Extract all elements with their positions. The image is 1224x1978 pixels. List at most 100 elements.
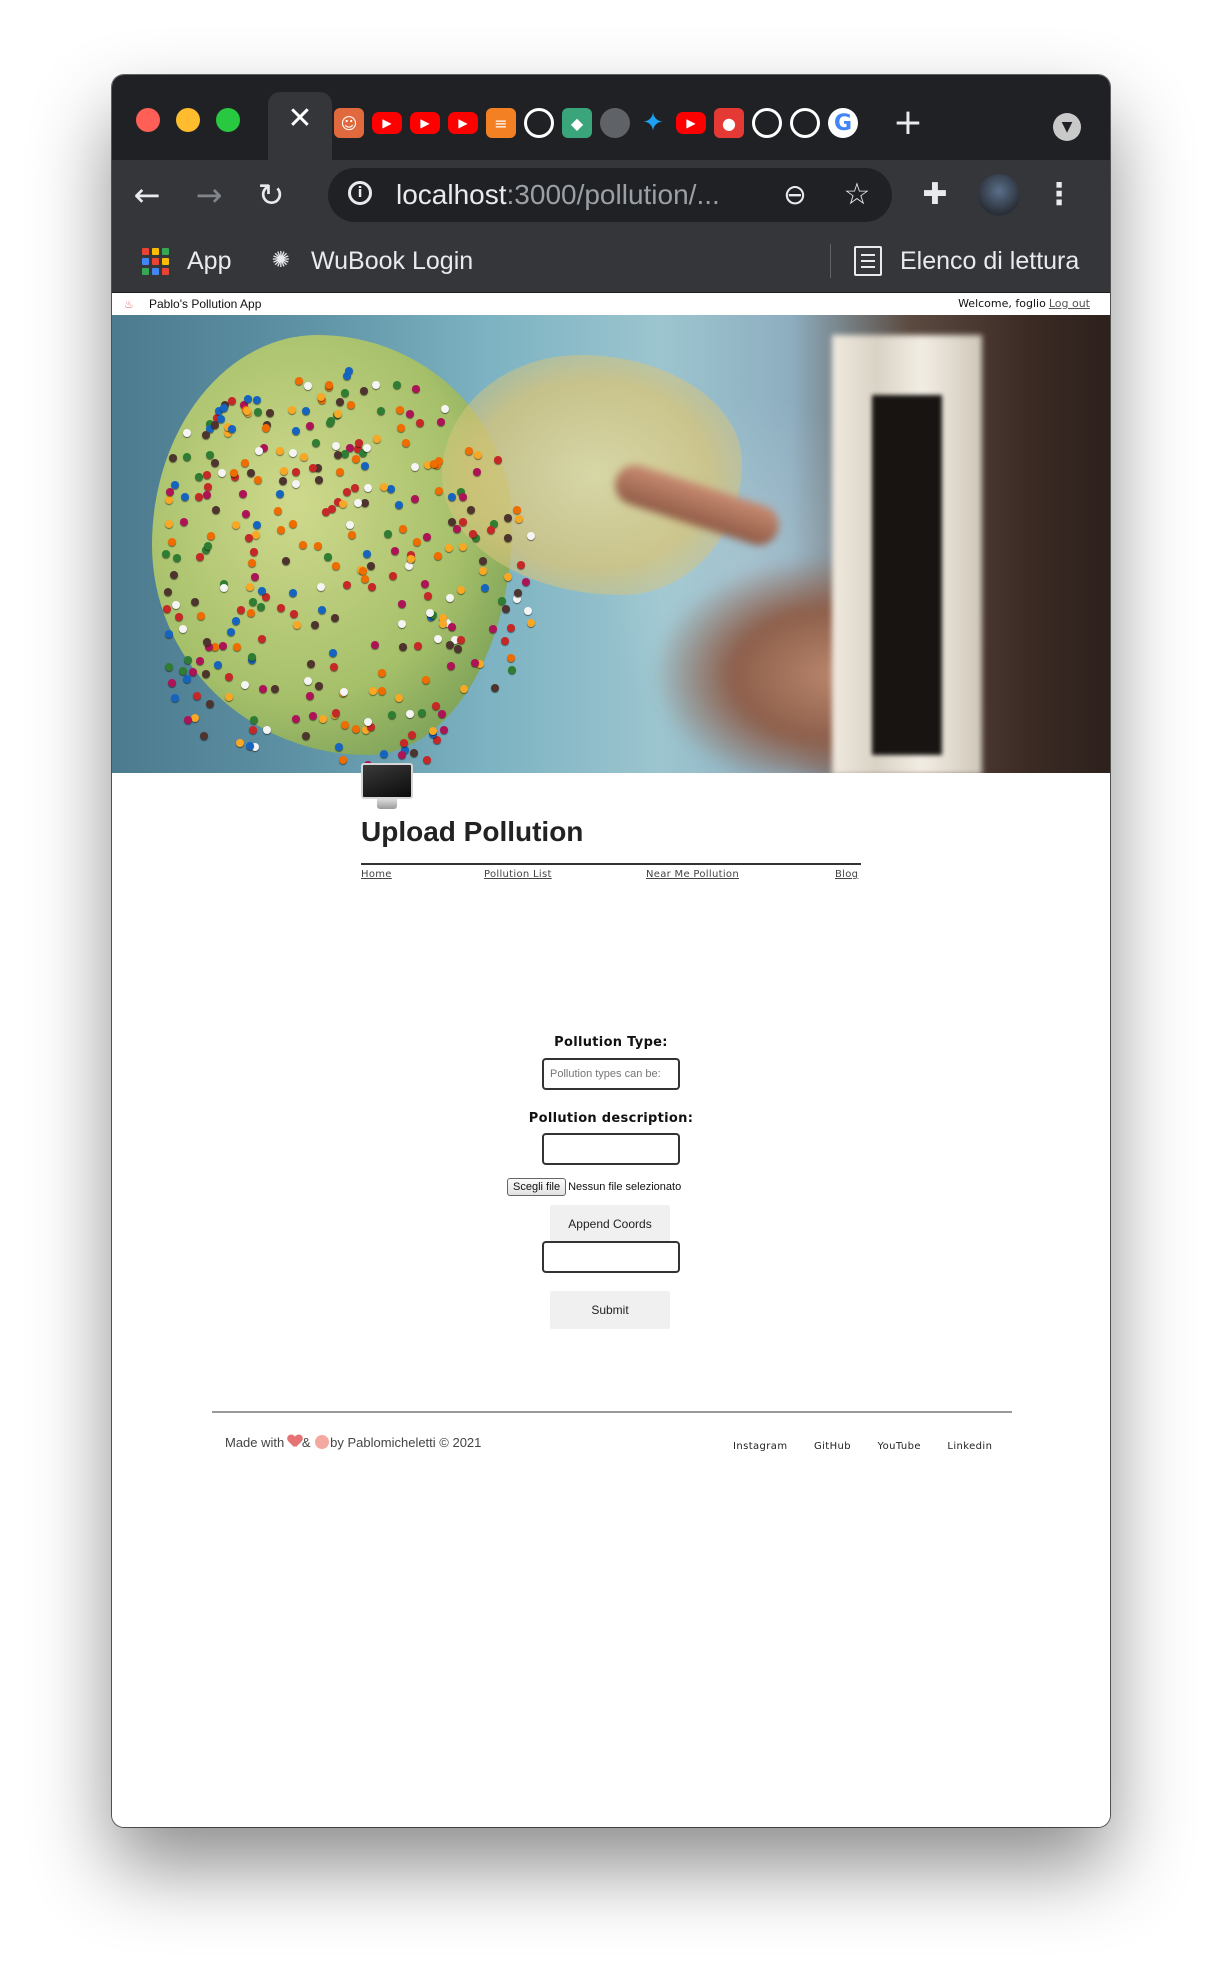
new-tab-button[interactable]: + bbox=[890, 105, 926, 141]
computer-icon bbox=[361, 763, 413, 799]
user-icon[interactable]: ● bbox=[714, 108, 744, 138]
map-pin bbox=[507, 665, 516, 674]
map-pin bbox=[361, 498, 370, 507]
map-pin bbox=[364, 483, 373, 492]
back-arrow-icon[interactable]: ← bbox=[128, 176, 166, 214]
map-pin bbox=[421, 580, 430, 589]
map-pin bbox=[474, 450, 483, 459]
map-pin bbox=[232, 643, 241, 652]
shield-icon[interactable]: ◆ bbox=[562, 108, 592, 138]
map-pin bbox=[493, 456, 502, 465]
welcome-message: Welcome, foglio Log out bbox=[958, 297, 1090, 311]
map-pin bbox=[170, 694, 179, 703]
pollution-type-input[interactable] bbox=[542, 1058, 680, 1090]
nav-blog-link[interactable]: Blog bbox=[835, 869, 858, 881]
map-pin bbox=[471, 658, 480, 667]
map-pin bbox=[276, 446, 285, 455]
submit-button[interactable]: Submit bbox=[550, 1291, 670, 1329]
map-pin bbox=[506, 624, 515, 633]
profile-avatar[interactable] bbox=[978, 174, 1020, 216]
github-icon[interactable] bbox=[790, 108, 820, 138]
map-pin bbox=[311, 438, 320, 447]
active-tab[interactable]: ✕ bbox=[268, 92, 332, 160]
map-pin bbox=[407, 730, 416, 739]
forward-arrow-icon[interactable]: → bbox=[190, 176, 228, 214]
map-pin bbox=[340, 687, 349, 696]
github-icon[interactable] bbox=[752, 108, 782, 138]
zoom-icon[interactable]: ⊖ bbox=[776, 176, 814, 214]
map-pin bbox=[360, 575, 369, 584]
bookmark-star-icon[interactable]: ☆ bbox=[838, 176, 876, 214]
map-pin bbox=[330, 613, 339, 622]
pollution-description-input[interactable] bbox=[542, 1133, 680, 1165]
youtube-icon[interactable] bbox=[410, 112, 440, 134]
map-pin bbox=[304, 381, 313, 390]
globe-icon[interactable] bbox=[600, 108, 630, 138]
map-pin bbox=[202, 669, 211, 678]
map-pin bbox=[487, 525, 496, 534]
map-pin bbox=[210, 420, 219, 429]
map-pin bbox=[166, 487, 175, 496]
address-bar[interactable]: i localhost:3000/pollution/... ⊖ ☆ bbox=[328, 168, 892, 222]
choose-file-button[interactable]: Scegli file bbox=[507, 1178, 567, 1196]
youtube-icon[interactable] bbox=[676, 112, 706, 134]
apps-grid-icon[interactable] bbox=[142, 248, 169, 275]
minimize-window-button[interactable] bbox=[176, 108, 200, 132]
youtube-icon[interactable] bbox=[372, 112, 402, 134]
map-pin bbox=[289, 520, 298, 529]
map-pin bbox=[224, 692, 233, 701]
site-info-icon[interactable]: i bbox=[348, 181, 372, 205]
zoom-window-button[interactable] bbox=[216, 108, 240, 132]
map-pin bbox=[353, 499, 362, 508]
map-pin bbox=[335, 467, 344, 476]
nav-near-me-link[interactable]: Near Me Pollution bbox=[646, 869, 739, 881]
footer-link-youtube[interactable]: YouTube bbox=[877, 1440, 920, 1454]
bookmark-wubook-login[interactable]: WuBook Login bbox=[311, 246, 473, 276]
web-page: ♨ Pablo's Pollution App Welcome, foglio L… bbox=[112, 293, 1110, 1827]
google-icon[interactable]: G bbox=[828, 108, 858, 138]
map-pin bbox=[428, 726, 437, 735]
nav-home-link[interactable]: Home bbox=[361, 869, 392, 881]
github-icon[interactable] bbox=[524, 108, 554, 138]
extensions-puzzle-icon[interactable]: ✚ bbox=[916, 176, 954, 214]
tab-search-icon[interactable]: ▼ bbox=[1053, 113, 1081, 141]
map-pin bbox=[262, 726, 271, 735]
map-pin bbox=[514, 589, 523, 598]
map-pin bbox=[446, 662, 455, 671]
bookmark-apps[interactable]: App bbox=[187, 246, 231, 276]
map-pin bbox=[191, 598, 200, 607]
map-pin bbox=[329, 662, 338, 671]
map-pin bbox=[377, 668, 386, 677]
map-pin bbox=[490, 683, 499, 692]
map-pin bbox=[468, 529, 477, 538]
map-pin bbox=[299, 452, 308, 461]
bookmark-reading-list[interactable]: Elenco di lettura bbox=[900, 246, 1079, 276]
url-text[interactable]: localhost:3000/pollution/... bbox=[396, 180, 720, 210]
youtube-icon[interactable] bbox=[448, 112, 478, 134]
footer-link-github[interactable]: GitHub bbox=[814, 1440, 851, 1454]
footer-link-linkedin[interactable]: Linkedin bbox=[947, 1440, 992, 1454]
app-icon[interactable]: ☺ bbox=[334, 108, 364, 138]
close-tab-icon[interactable]: ✕ bbox=[285, 104, 315, 134]
coords-input[interactable] bbox=[542, 1241, 680, 1273]
logout-link[interactable]: Log out bbox=[1049, 297, 1090, 310]
pollution-description-label: Pollution description: bbox=[528, 1111, 694, 1126]
app-name[interactable]: Pablo's Pollution App bbox=[149, 297, 261, 311]
url-path: :3000/pollution/... bbox=[506, 179, 720, 210]
map-pin bbox=[276, 603, 285, 612]
more-menu-icon[interactable]: ⋮ bbox=[1044, 176, 1074, 214]
twitter-icon[interactable]: ✦ bbox=[638, 108, 668, 138]
computer-stand-icon bbox=[377, 799, 397, 809]
map-pin bbox=[254, 475, 263, 484]
map-pin bbox=[354, 438, 363, 447]
reload-icon[interactable]: ↻ bbox=[252, 176, 290, 214]
map-pin bbox=[341, 720, 350, 729]
reading-list-icon[interactable] bbox=[854, 246, 882, 276]
map-pin bbox=[226, 628, 235, 637]
map-pin bbox=[342, 371, 351, 380]
append-coords-button[interactable]: Append Coords bbox=[550, 1205, 670, 1243]
stackoverflow-icon[interactable]: ≡ bbox=[486, 108, 516, 138]
nav-pollution-list-link[interactable]: Pollution List bbox=[484, 869, 552, 881]
close-window-button[interactable] bbox=[136, 108, 160, 132]
footer-link-instagram[interactable]: Instagram bbox=[733, 1440, 787, 1454]
